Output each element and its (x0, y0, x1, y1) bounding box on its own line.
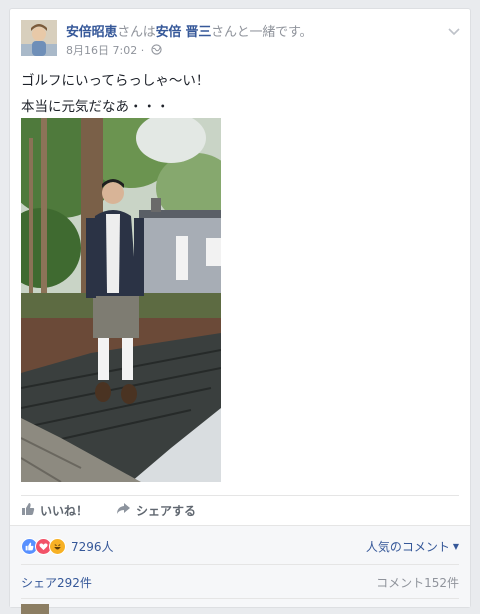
reactions-row: 7296人 人気のコメント ▼ (21, 532, 459, 560)
stats-row: シェア292件 コメント152件 (21, 570, 459, 594)
tagged-person-link[interactable]: 安倍 晋三 (156, 25, 212, 40)
globe-icon[interactable] (151, 44, 162, 58)
divider (21, 598, 459, 599)
feedback-area: 7296人 人気のコメント ▼ シェア292件 コメント152件 (10, 525, 470, 614)
tag-suffix: さんと一緒です。 (211, 25, 313, 40)
timestamp-link[interactable]: 8月16日 7:02 · (66, 44, 148, 57)
share-button[interactable]: シェアする (116, 502, 196, 519)
comment-sort-label: 人気のコメント (365, 539, 450, 554)
post-text-line-1: ゴルフにいってらっしゃ〜い！ (21, 73, 210, 89)
divider (21, 564, 459, 565)
author-name-link[interactable]: 安倍昭恵 (66, 25, 117, 40)
post-meta: 8月16日 7:02 · (66, 42, 162, 58)
like-button[interactable]: いいね！ (21, 502, 88, 519)
post-card: 安倍昭恵さんは安倍 晋三さんと一緒です。 8月16日 7:02 · ゴルフにいっ… (9, 8, 471, 614)
comment-sort-dropdown[interactable]: 人気のコメント ▼ (366, 538, 459, 555)
reaction-summary[interactable]: 7296人 (21, 537, 114, 555)
commenter-avatar-partial (21, 604, 49, 614)
tag-connector: さんは (117, 25, 156, 40)
post-text: ゴルフにいってらっしゃ〜い！ 本当に元気だなあ・・・ (21, 68, 209, 120)
share-arrow-icon (116, 502, 136, 518)
share-count-link[interactable]: シェア292件 (21, 574, 92, 591)
author-avatar[interactable] (21, 20, 57, 56)
post-actions-bar: いいね！ シェアする (21, 495, 459, 524)
post-photo[interactable] (21, 118, 221, 482)
thumbs-up-icon (21, 502, 40, 519)
post-text-line-2: 本当に元気だなあ・・・ (21, 99, 170, 115)
author-line: 安倍昭恵さんは安倍 晋三さんと一緒です。 (66, 21, 312, 40)
comment-count[interactable]: コメント152件 (376, 574, 459, 591)
haha-icon (49, 537, 66, 555)
like-button-label: いいね！ (40, 503, 89, 518)
post-options-chevron-icon[interactable] (448, 21, 460, 40)
reaction-count[interactable]: 7296人 (71, 538, 114, 555)
share-button-label: シェアする (136, 503, 197, 518)
caret-down-icon: ▼ (452, 541, 459, 551)
